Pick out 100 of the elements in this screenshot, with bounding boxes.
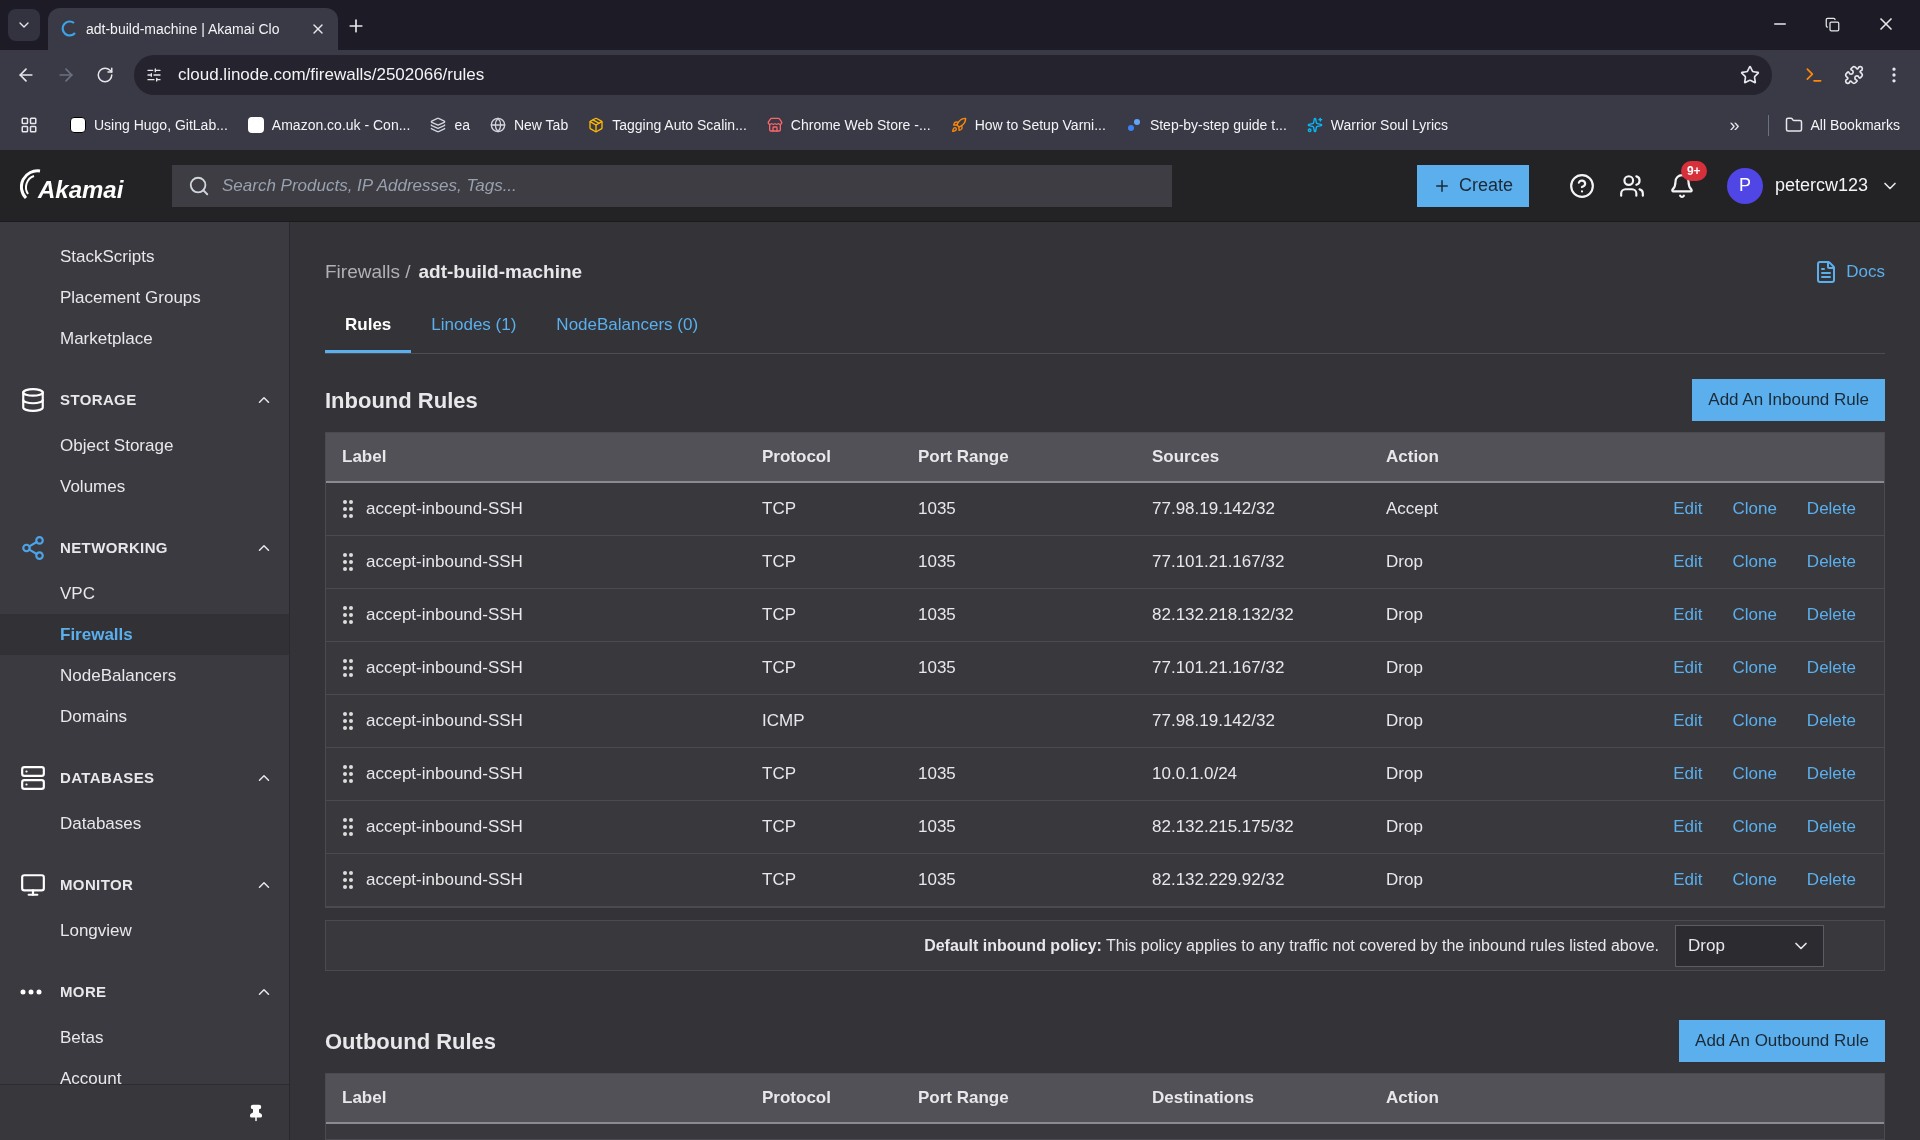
policy-select[interactable]: Drop — [1675, 924, 1824, 967]
row-action-link[interactable]: Edit — [1673, 708, 1703, 734]
bookmark-star-icon[interactable] — [1740, 65, 1760, 85]
sidebar-section-header[interactable]: NETWORKING — [0, 523, 289, 573]
extensions-icon[interactable] — [1844, 65, 1864, 85]
bookmark[interactable]: How to Setup Varni... — [942, 114, 1114, 136]
community-icon[interactable] — [1618, 172, 1645, 199]
drag-handle-icon[interactable] — [342, 605, 354, 625]
tab-list-button[interactable] — [8, 9, 40, 41]
table-cell-text: accept-inbound-SSH — [366, 604, 523, 627]
drag-handle-icon[interactable] — [342, 817, 354, 837]
sidebar-item[interactable]: Databases — [0, 803, 289, 844]
browser-tab[interactable]: adt-build-machine | Akamai Clo — [48, 8, 338, 50]
search-field[interactable]: Search Products, IP Addresses, Tags... — [172, 164, 1172, 207]
column-header: Protocol — [762, 446, 832, 469]
row-action-link[interactable]: Edit — [1673, 549, 1703, 575]
add-outbound-rule-button[interactable]: Add An Outbound Rule — [1679, 1020, 1885, 1062]
bookmark[interactable]: ea — [422, 114, 478, 136]
sidebar-section-header[interactable]: DATABASES — [0, 753, 289, 803]
row-action-link[interactable]: Delete — [1806, 708, 1856, 734]
section-heading: Inbound Rules — [325, 386, 478, 415]
breadcrumb-link[interactable]: Firewalls / — [325, 257, 411, 287]
row-action-link[interactable]: Clone — [1732, 655, 1777, 681]
table-cell-text: 1035 — [918, 657, 957, 680]
bookmark[interactable]: Chrome Web Store -... — [758, 114, 939, 136]
drag-handle-icon[interactable] — [342, 658, 354, 678]
sidebar-item[interactable]: StackScripts — [0, 236, 289, 277]
row-action-link[interactable]: Clone — [1732, 496, 1777, 522]
more-icon — [20, 989, 42, 995]
row-action-link[interactable]: Clone — [1732, 602, 1777, 628]
bookmark[interactable]: Warrior Soul Lyrics — [1298, 114, 1457, 136]
row-action-link[interactable]: Edit — [1673, 814, 1703, 840]
sidebar-section-header[interactable]: MONITOR — [0, 860, 289, 910]
drag-handle-icon[interactable] — [342, 499, 354, 519]
table-cell-text: accept-inbound-SSH — [366, 710, 523, 733]
reload-icon[interactable] — [96, 66, 114, 84]
row-action-link[interactable]: Edit — [1673, 761, 1703, 787]
sidebar-item[interactable]: Firewalls — [0, 614, 289, 655]
bookmark[interactable]: New Tab — [481, 114, 577, 136]
bookmark[interactable]: Step-by-step guide t... — [1117, 114, 1295, 136]
sidebar-section-header[interactable]: STORAGE — [0, 375, 289, 425]
row-action-link[interactable]: Edit — [1673, 655, 1703, 681]
row-action-link[interactable]: Edit — [1673, 602, 1703, 628]
spinner-icon — [60, 20, 78, 38]
bookmark[interactable]: Amazon.co.uk - Con... — [239, 114, 419, 136]
drag-handle-icon[interactable] — [342, 764, 354, 784]
apps-icon[interactable] — [20, 116, 38, 134]
username[interactable]: petercw123 — [1774, 172, 1868, 199]
section-title: STORAGE — [60, 389, 138, 410]
sidebar-item[interactable]: Object Storage — [0, 425, 289, 466]
tab[interactable]: Rules — [325, 300, 412, 353]
tab[interactable]: NodeBalancers (0) — [536, 300, 719, 353]
drag-handle-icon[interactable] — [342, 870, 354, 890]
terminal-icon[interactable] — [1804, 65, 1824, 85]
row-action-link[interactable]: Delete — [1806, 761, 1856, 787]
docs-link[interactable]: Docs — [1846, 259, 1885, 285]
bookmark[interactable]: Tagging Auto Scalin... — [580, 114, 755, 136]
row-action-link[interactable]: Delete — [1806, 549, 1856, 575]
table-cell-text: Drop — [1386, 816, 1424, 839]
row-action-link[interactable]: Delete — [1806, 867, 1856, 893]
sidebar-item[interactable]: Longview — [0, 910, 289, 951]
help-icon[interactable] — [1568, 172, 1595, 199]
table-cell-text: accept-inbound-SSH — [366, 551, 523, 574]
row-action-link[interactable]: Clone — [1732, 708, 1777, 734]
drag-handle-icon[interactable] — [342, 711, 354, 731]
sidebar-item[interactable]: Volumes — [0, 466, 289, 507]
bookmark-label: Tagging Auto Scalin... — [612, 115, 747, 135]
sidebar-item[interactable]: Domains — [0, 696, 289, 737]
row-action-link[interactable]: Delete — [1806, 814, 1856, 840]
overflow-chevrons[interactable]: » — [1729, 111, 1740, 139]
table-cell-text: TCP — [762, 816, 797, 839]
row-action-link[interactable]: Clone — [1732, 867, 1777, 893]
pin-icon[interactable] — [247, 1103, 265, 1122]
user-avatar[interactable]: P — [1726, 167, 1763, 204]
add-inbound-rule-button[interactable]: Add An Inbound Rule — [1692, 379, 1885, 421]
section-title: DATABASES — [60, 767, 156, 788]
sidebar-item[interactable]: VPC — [0, 573, 289, 614]
all-bookmarks[interactable]: All Bookmarks — [1767, 114, 1900, 136]
drag-handle-icon[interactable] — [342, 552, 354, 572]
row-action-link[interactable]: Edit — [1673, 867, 1703, 893]
sidebar-item[interactable]: NodeBalancers — [0, 655, 289, 696]
row-action-link[interactable]: Clone — [1732, 814, 1777, 840]
row-action-link[interactable]: Clone — [1732, 549, 1777, 575]
sidebar-section-header[interactable]: MORE — [0, 967, 289, 1017]
row-action-link[interactable]: Edit — [1673, 496, 1703, 522]
address-bar[interactable]: cloud.linode.com/firewalls/2502066/rules — [134, 55, 1772, 95]
create-button[interactable]: Create — [1416, 164, 1529, 207]
row-action-link[interactable]: Delete — [1806, 496, 1856, 522]
row-action-link[interactable]: Clone — [1732, 761, 1777, 787]
restore-icon[interactable] — [1825, 16, 1840, 32]
row-action-link[interactable]: Delete — [1806, 602, 1856, 628]
sidebar-item[interactable]: Betas — [0, 1017, 289, 1058]
sidebar-item[interactable]: Placement Groups — [0, 277, 289, 318]
sidebar-item[interactable]: Account — [0, 1058, 289, 1084]
row-action-link[interactable]: Delete — [1806, 655, 1856, 681]
sidebar-item[interactable]: Marketplace — [0, 318, 289, 359]
site-settings-icon[interactable] — [146, 67, 162, 83]
bookmark[interactable]: Using Hugo, GitLab... — [62, 114, 236, 136]
table-cell-text: Drop — [1386, 710, 1424, 733]
tab[interactable]: Linodes (1) — [411, 300, 537, 353]
